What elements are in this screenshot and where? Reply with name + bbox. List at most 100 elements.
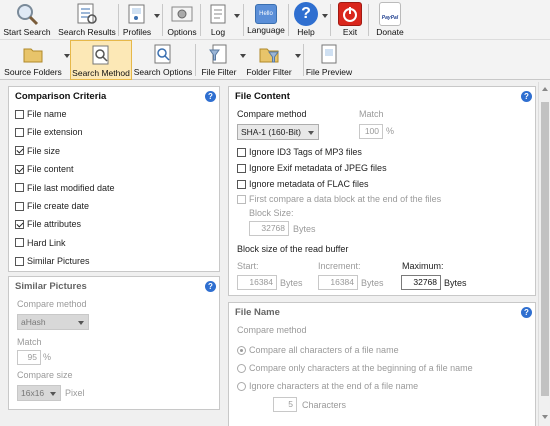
criteria-checkbox-row[interactable]: File size [15,145,60,157]
exit-button[interactable]: Exit [336,0,364,40]
radio-button[interactable] [237,363,246,373]
folder-icon [21,42,45,66]
file-filter-button[interactable]: File Filter [200,40,238,80]
criteria-checkbox-row[interactable]: File last modified date [15,182,115,194]
language-icon: Hello [255,4,277,24]
profiles-icon [125,2,149,26]
ignore-metadata-checkbox-row[interactable]: Ignore metadata of FLAC files [237,178,369,190]
block-size-unit: Bytes [293,224,316,234]
similar-compare-size-select[interactable]: 16x16 [17,385,61,401]
search-method-button[interactable]: Search Method [70,40,132,80]
paypal-icon: PayPal [379,2,401,26]
checkbox[interactable] [15,164,24,174]
pixel-unit: Pixel [65,388,85,398]
characters-field[interactable]: 5 [273,397,297,412]
block-size-field[interactable]: 32768 [249,221,289,236]
help-icon[interactable]: ? [205,281,216,292]
start-search-button[interactable]: Start Search [3,0,51,40]
criteria-checkbox-row[interactable]: File name [15,108,67,120]
help-button[interactable]: ? Help [292,0,320,40]
help-icon[interactable]: ? [521,307,532,318]
options-button[interactable]: Options [166,0,198,40]
maximum-unit: Bytes [444,278,467,288]
vertical-scrollbar[interactable] [538,82,550,426]
start-label: Start: [237,261,259,271]
help-dropdown-arrow[interactable] [322,14,328,18]
checkbox[interactable] [15,219,24,229]
donate-button[interactable]: PayPal Donate [374,0,406,40]
search-results-button[interactable]: Search Results [58,0,116,40]
toolbar-separator [118,4,119,36]
checkbox[interactable] [237,163,246,173]
checkbox[interactable] [15,201,24,211]
characters-label: Characters [302,400,347,410]
help-icon[interactable]: ? [205,91,216,102]
criteria-checkbox-row[interactable]: File attributes [15,218,81,230]
toolbar-separator [200,4,201,36]
language-button[interactable]: Hello Language [246,0,286,40]
chevron-down-icon [78,321,84,325]
scroll-down-arrow[interactable] [542,415,548,419]
checkbox[interactable] [237,179,246,189]
folder-filter-dropdown-arrow[interactable] [295,54,301,58]
comparison-criteria-panel: Comparison Criteria ? File name File exte… [8,86,220,272]
ignore-metadata-checkbox-row[interactable]: Ignore ID3 Tags of MP3 files [237,146,362,158]
file-preview-icon [317,42,341,66]
compare-method-label: Compare method [17,299,87,309]
toolbar-separator [243,4,244,36]
log-dropdown-arrow[interactable] [234,14,240,18]
ignore-metadata-checkbox-row[interactable]: Ignore Exif metadata of JPEG files [237,162,387,174]
content-match-field[interactable]: 100 [359,124,383,139]
compare-mode-radio-row[interactable]: Compare only characters at the beginning… [237,362,473,374]
hash-method-select[interactable]: SHA-1 (160-Bit) [237,124,319,140]
chevron-down-icon [308,131,314,135]
checkbox[interactable] [237,194,246,204]
checkbox[interactable] [237,147,246,157]
increment-unit: Bytes [361,278,384,288]
compare-mode-radio-row[interactable]: Compare all characters of a file name [237,344,399,356]
checkbox[interactable] [15,127,24,137]
compare-mode-radio-row[interactable]: Ignore characters at the end of a file n… [237,380,418,392]
criteria-checkbox-row[interactable]: Hard Link [15,237,66,249]
criteria-checkbox-row[interactable]: File create date [15,200,89,212]
scrollbar-thumb[interactable] [541,102,549,396]
checkbox[interactable] [15,146,24,156]
folder-filter-icon [257,42,281,66]
search-method-icon [89,43,113,67]
search-options-button[interactable]: Search Options [134,40,192,80]
increment-field[interactable]: 16384 [318,275,358,290]
match-unit: % [386,126,395,136]
section-toolbar: Source Folders Search Method Search Opti… [0,40,550,80]
toolbar-separator [368,4,369,36]
folder-filter-button[interactable]: Folder Filter [246,40,292,80]
similar-match-field[interactable]: 95 [17,350,41,365]
compare-method-label: Compare method [237,109,307,119]
compare-size-label: Compare size [17,370,73,380]
toolbar-separator [195,44,196,76]
radio-button[interactable] [237,345,246,355]
profiles-button[interactable]: Profiles [121,0,153,40]
checkbox[interactable] [15,109,24,119]
file-preview-button[interactable]: File Preview [306,40,352,80]
help-icon[interactable]: ? [521,91,532,102]
source-folders-button[interactable]: Source Folders [4,40,62,80]
compare-method-label: Compare method [237,325,307,335]
radio-button[interactable] [237,381,246,391]
start-field[interactable]: 16384 [237,275,277,290]
log-button[interactable]: Log [205,0,231,40]
first-compare-checkbox-row[interactable]: First compare a data block at the end of… [237,193,441,205]
main-toolbar: Start Search Search Results Profiles Opt… [0,0,550,40]
profiles-dropdown-arrow[interactable] [154,14,160,18]
criteria-checkbox-row[interactable]: File extension [15,126,83,138]
maximum-field[interactable]: 32768 [401,275,441,290]
criteria-checkbox-row[interactable]: Similar Pictures [15,255,90,267]
similar-compare-method-select[interactable]: aHash [17,314,89,330]
criteria-checkbox-row[interactable]: File content [15,163,74,175]
start-unit: Bytes [280,278,303,288]
checkbox[interactable] [15,256,24,266]
checkbox[interactable] [15,183,24,193]
scroll-up-arrow[interactable] [542,87,548,91]
results-list-icon [75,2,99,26]
power-icon [338,2,362,26]
checkbox[interactable] [15,238,24,248]
